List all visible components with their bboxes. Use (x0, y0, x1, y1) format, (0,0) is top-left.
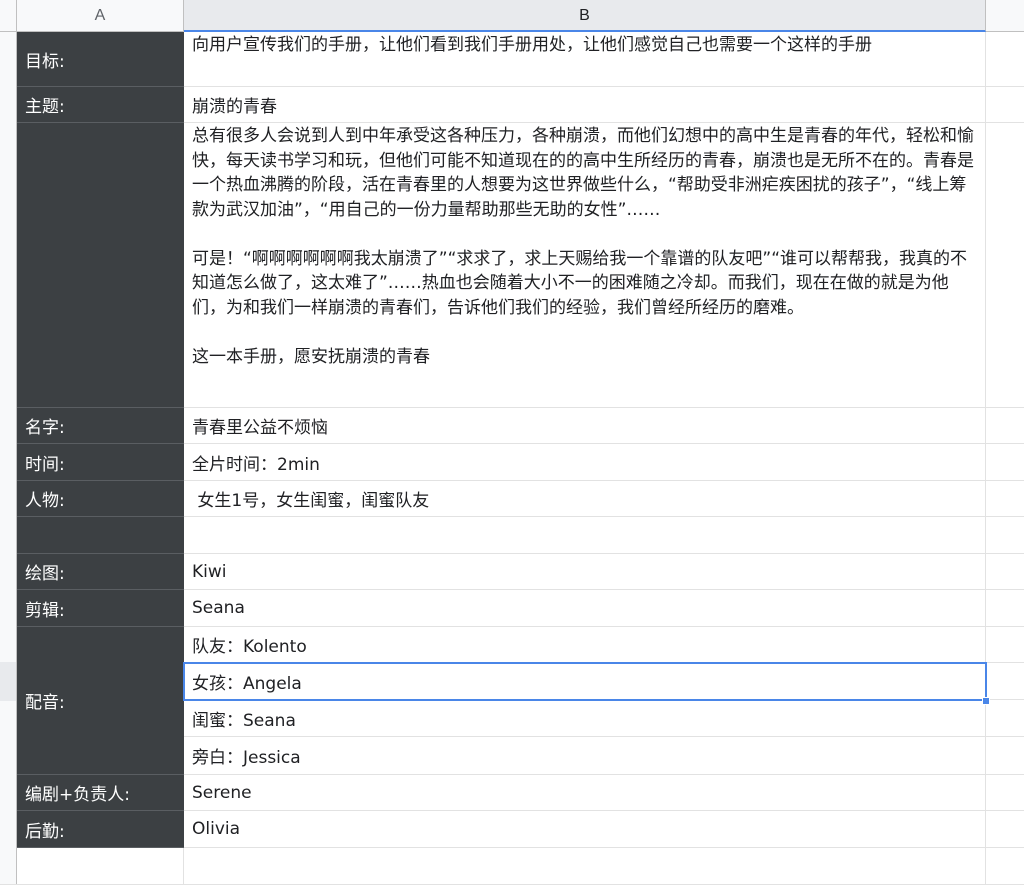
label-characters-text: 人物: (25, 491, 65, 511)
cell-goal[interactable]: 向用户宣传我们的手册，让他们看到我们手册用处，让他们感觉自己也需要一个这样的手册 (184, 32, 986, 87)
column-b-divider (985, 848, 986, 885)
empty-row[interactable] (0, 848, 1024, 885)
cell-voice-bestie[interactable]: 闺蜜：Seana (184, 700, 986, 737)
label-editing-text: 剪辑: (25, 600, 65, 621)
cell-c-goal[interactable] (986, 32, 1024, 87)
cell-c-characters[interactable] (986, 481, 1024, 517)
column-a-divider (183, 848, 184, 885)
cell-time[interactable]: 全片时间：2min (184, 444, 986, 481)
label-characters[interactable]: 人物: (17, 481, 184, 517)
label-time-text: 时间: (25, 454, 65, 475)
cell-c-voice-4[interactable] (986, 737, 1024, 775)
cell-c-name[interactable] (986, 408, 1024, 444)
cell-c-description[interactable] (986, 123, 1024, 408)
cell-voice-girl[interactable]: 女孩：Angela (184, 663, 986, 700)
label-voice[interactable]: 配音: (17, 627, 184, 775)
cell-goal-text: 向用户宣传我们的手册，让他们看到我们手册用处，让他们感觉自己也需要一个这样的手册 (192, 35, 872, 55)
cell-c-voice-1[interactable] (986, 627, 1024, 663)
cell-characters-text: 女生1号，女生闺蜜，闺蜜队友 (192, 491, 430, 511)
label-drawing-text: 绘图: (25, 564, 65, 584)
cell-c-drawing[interactable] (986, 554, 1024, 590)
cell-writer-text: Serene (192, 782, 252, 803)
cell-voice-teammate[interactable]: 队友：Kolento (184, 627, 986, 663)
label-writer-text: 编剧+负责人: (25, 785, 130, 805)
cell-characters[interactable]: 女生1号，女生闺蜜，闺蜜队友 (184, 481, 986, 517)
label-theme-text: 主题: (25, 97, 65, 117)
column-header-a[interactable]: A (17, 0, 184, 32)
label-time[interactable]: 时间: (17, 444, 184, 481)
cell-c-voice-3[interactable] (986, 700, 1024, 737)
cell-logistics-text: Olivia (192, 819, 241, 839)
cell-voice-girl-text: 女孩：Angela (192, 673, 302, 694)
column-header-b[interactable]: B (184, 0, 986, 32)
cell-voice-bestie-text: 闺蜜：Seana (192, 710, 296, 731)
label-empty[interactable] (17, 517, 184, 554)
cell-c-time[interactable] (986, 444, 1024, 481)
cell-voice-narrator-text: 旁白：Jessica (192, 748, 301, 768)
cell-c-editing[interactable] (986, 590, 1024, 627)
cell-c-empty[interactable] (986, 517, 1024, 554)
label-logistics-text: 后勤: (25, 821, 65, 842)
cell-c-voice-2[interactable] (986, 663, 1024, 700)
label-editing[interactable]: 剪辑: (17, 590, 184, 627)
row-header-corner[interactable] (0, 0, 17, 32)
label-description[interactable] (17, 123, 184, 408)
label-theme[interactable]: 主题: (17, 87, 184, 123)
cell-drawing[interactable]: Kiwi (184, 554, 986, 590)
label-logistics[interactable]: 后勤: (17, 811, 184, 848)
cell-theme[interactable]: 崩溃的青春 (184, 87, 986, 123)
cell-c-theme[interactable] (986, 87, 1024, 123)
cell-writer[interactable]: Serene (184, 775, 986, 811)
cell-c-writer[interactable] (986, 775, 1024, 811)
label-writer[interactable]: 编剧+负责人: (17, 775, 184, 811)
column-header-c[interactable] (986, 0, 1024, 32)
label-drawing[interactable]: 绘图: (17, 554, 184, 590)
cell-description-text: 总有很多人会说到人到中年承受这各种压力，各种崩溃，而他们幻想中的高中生是青春的年… (192, 126, 974, 367)
cell-time-text: 全片时间：2min (192, 454, 320, 475)
cell-editing[interactable]: Seana (184, 590, 986, 627)
cell-editing-text: Seana (192, 598, 245, 618)
label-name-text: 名字: (25, 418, 65, 438)
label-goal[interactable]: 目标: (17, 32, 184, 87)
cell-voice-narrator[interactable]: 旁白：Jessica (184, 737, 986, 775)
fill-handle[interactable] (982, 697, 990, 705)
cell-c-logistics[interactable] (986, 811, 1024, 848)
cell-theme-text: 崩溃的青春 (192, 97, 277, 117)
cell-description[interactable]: 总有很多人会说到人到中年承受这各种压力，各种崩溃，而他们幻想中的高中生是青春的年… (184, 123, 986, 408)
row-gutter[interactable] (0, 32, 17, 885)
cell-voice-teammate-text: 队友：Kolento (192, 637, 307, 657)
cell-drawing-text: Kiwi (192, 561, 227, 582)
cell-logistics[interactable]: Olivia (184, 811, 986, 848)
cell-name[interactable]: 青春里公益不烦恼 (184, 408, 986, 444)
label-voice-text: 配音: (25, 693, 65, 713)
row-gutter-selected[interactable] (0, 662, 17, 701)
label-name[interactable]: 名字: (17, 408, 184, 444)
cell-name-text: 青春里公益不烦恼 (192, 418, 328, 438)
cell-empty[interactable] (184, 517, 986, 554)
label-goal-text: 目标: (25, 51, 65, 72)
